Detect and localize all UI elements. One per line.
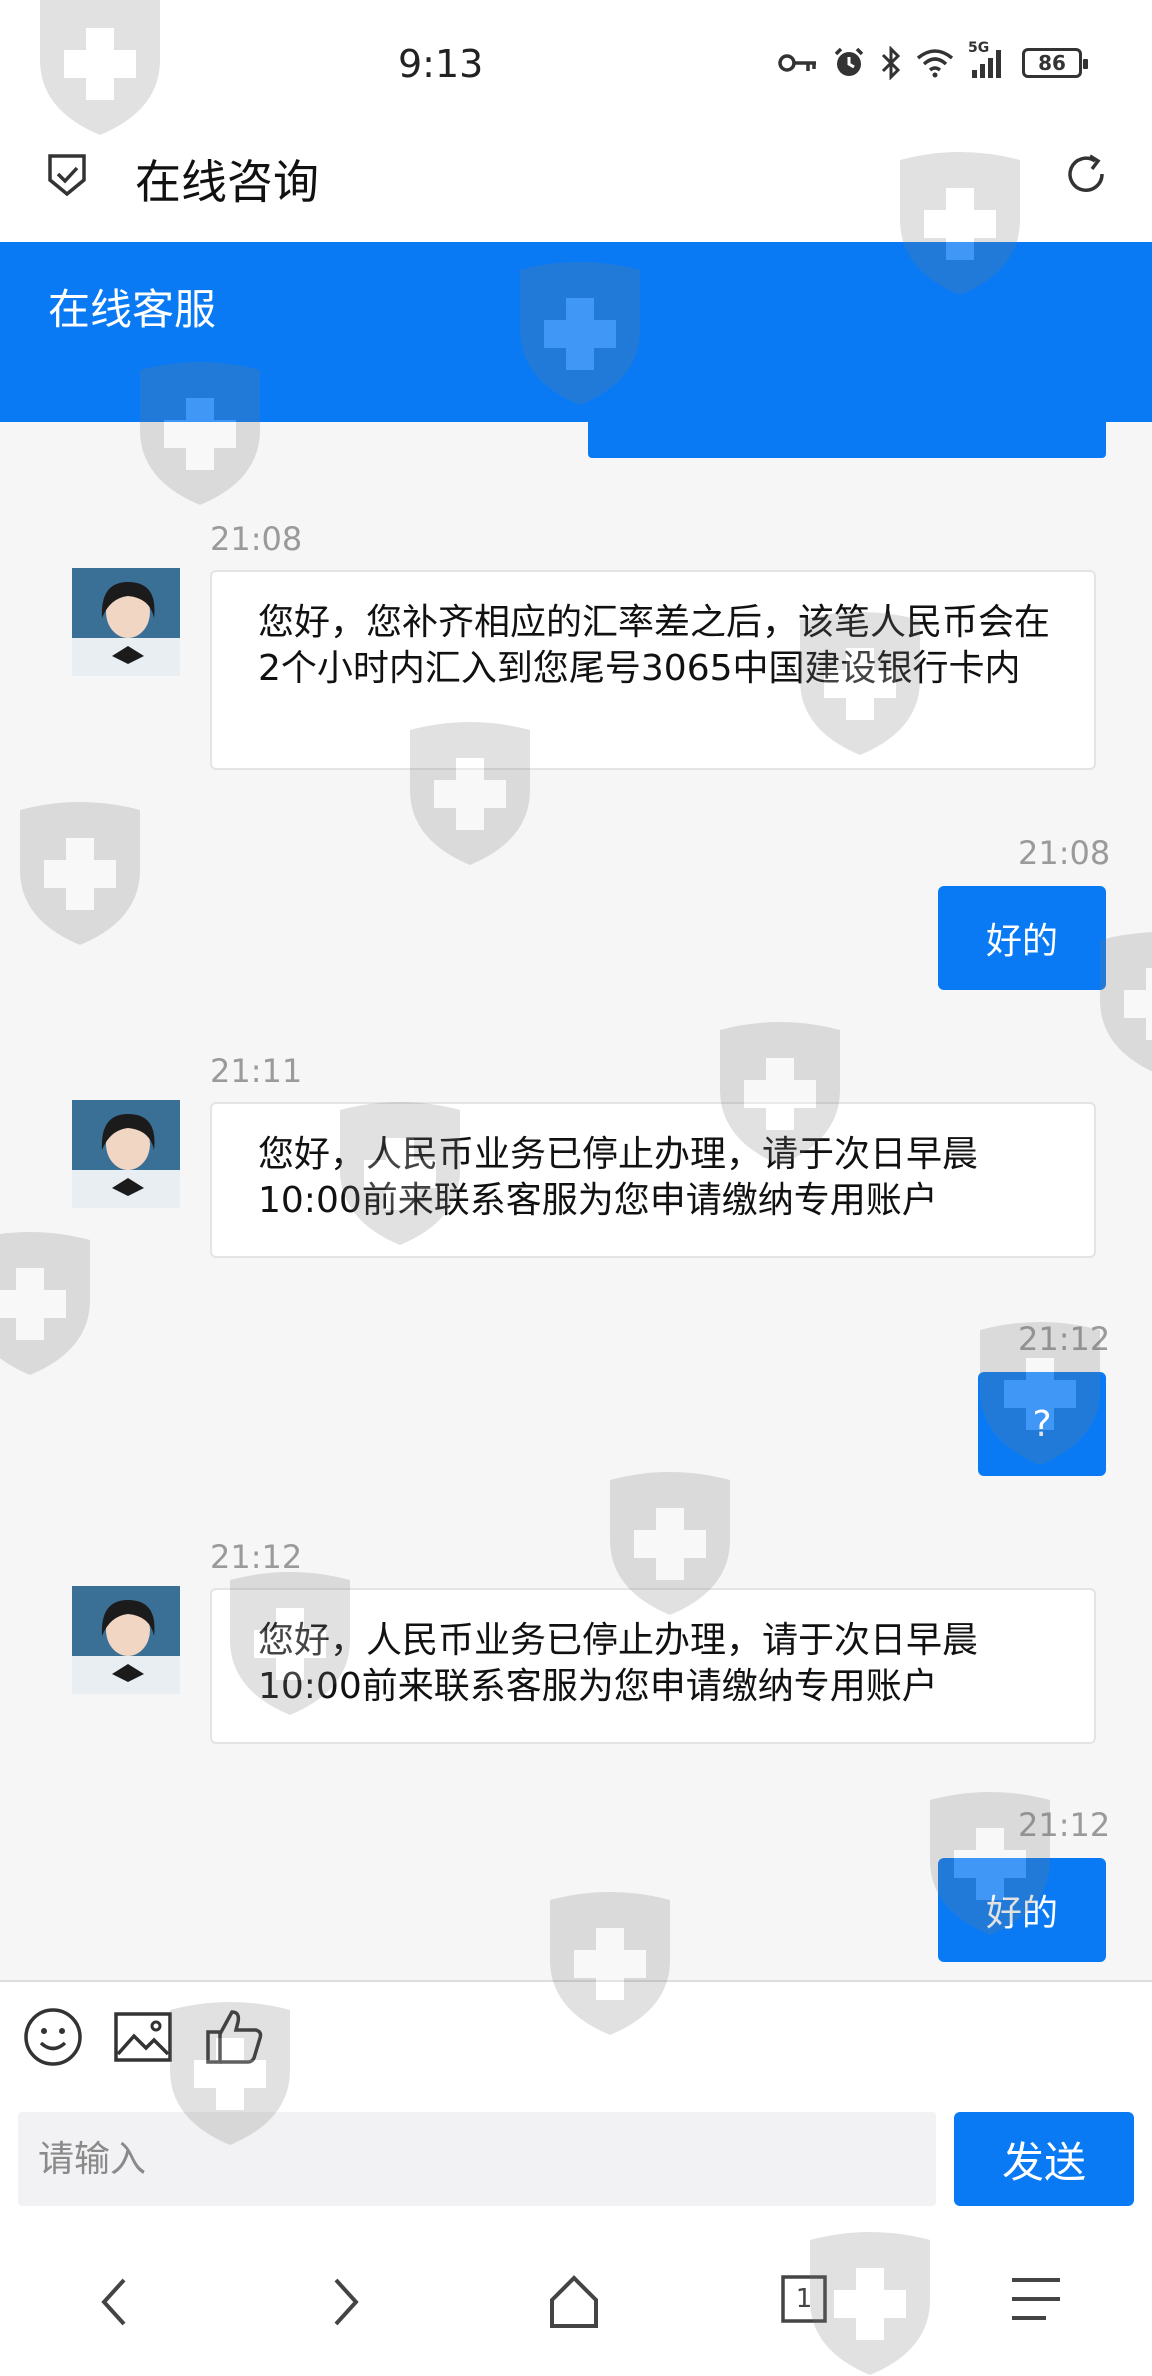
agent-message: 您好，人民币业务已停止办理，请于次日早晨10:00前来联系客服为您申请缴纳专用账… [210, 1588, 1096, 1744]
refresh-icon[interactable] [1062, 150, 1110, 202]
chat-area[interactable]: 21:08 您好，您补齐相应的汇率差之后，该笔人民币会在2个小时内汇入到您尾号3… [0, 458, 1152, 1980]
message-input[interactable] [18, 2112, 936, 2206]
status-bar: 9:13 5G 86 [0, 0, 1152, 130]
tabs-icon[interactable]: 1 [780, 2274, 828, 2324]
status-icons: 5G 86 [778, 40, 1088, 80]
home-icon[interactable] [548, 2274, 600, 2334]
avatar [72, 568, 180, 676]
signal-icon: 5G [968, 40, 1008, 80]
message-time: 21:12 [1018, 1806, 1111, 1844]
back-icon[interactable] [92, 2274, 140, 2334]
key-icon [778, 51, 818, 75]
thumbs-up-icon[interactable] [204, 2006, 266, 2072]
alarm-icon [832, 46, 866, 80]
avatar [72, 1100, 180, 1208]
service-header: 在线客服 [0, 242, 1152, 422]
message-time: 21:12 [1018, 1320, 1111, 1358]
menu-icon[interactable] [1010, 2274, 1062, 2328]
agent-message: 您好，您补齐相应的汇率差之后，该笔人民币会在2个小时内汇入到您尾号3065中国建… [210, 570, 1096, 770]
user-message: 好的 [938, 886, 1106, 990]
user-message: 好的 [938, 1858, 1106, 1962]
input-area: 发送 [0, 1980, 1152, 2226]
shield-check-icon[interactable] [44, 150, 90, 204]
emoji-icon[interactable] [22, 2006, 84, 2072]
tab-count: 1 [795, 2284, 813, 2314]
bluetooth-icon [880, 46, 902, 80]
status-time: 9:13 [398, 42, 484, 86]
service-title: 在线客服 [48, 285, 217, 334]
previous-message-edge [588, 422, 1106, 458]
avatar [72, 1586, 180, 1694]
wifi-icon [916, 48, 954, 78]
battery-icon: 86 [1022, 48, 1088, 78]
page-title: 在线咨询 [135, 155, 319, 209]
image-icon[interactable] [112, 2006, 174, 2072]
forward-icon[interactable] [320, 2274, 368, 2334]
message-time: 21:08 [1018, 834, 1111, 872]
browser-nav-bar: 1 [0, 2226, 1152, 2376]
message-time: 21:11 [210, 1052, 303, 1090]
agent-message: 您好，人民币业务已停止办理，请于次日早晨10:00前来联系客服为您申请缴纳专用账… [210, 1102, 1096, 1258]
message-time: 21:12 [210, 1538, 303, 1576]
title-bar: 在线咨询 [0, 130, 1152, 242]
send-button[interactable]: 发送 [954, 2112, 1134, 2206]
message-time: 21:08 [210, 520, 303, 558]
user-message: ? [978, 1372, 1106, 1476]
